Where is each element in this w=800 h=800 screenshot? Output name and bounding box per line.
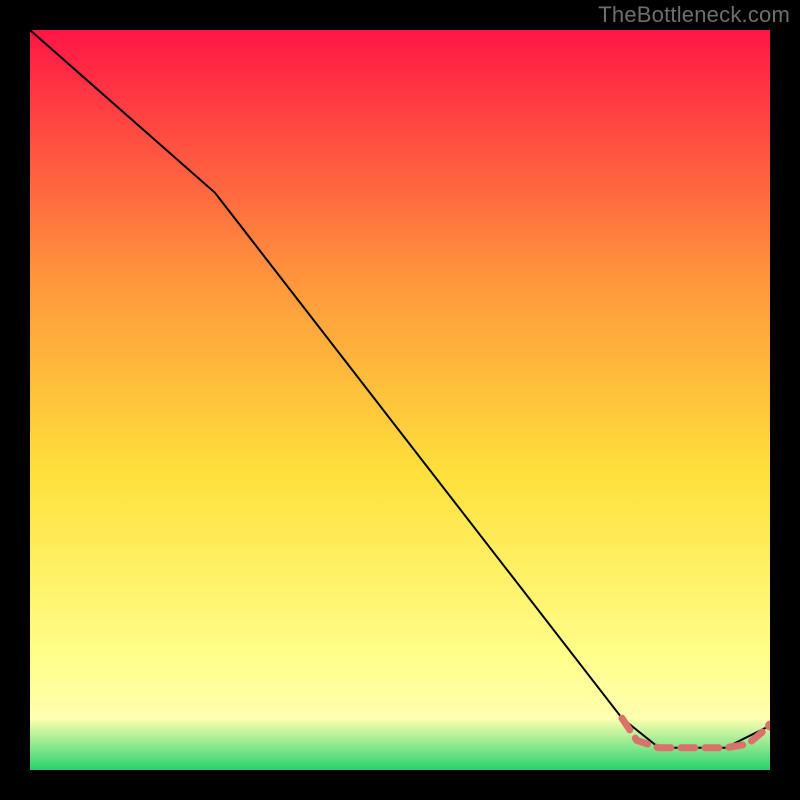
gradient-background bbox=[30, 30, 770, 770]
watermark-text: TheBottleneck.com bbox=[598, 2, 790, 28]
chart-svg bbox=[30, 30, 770, 770]
chart-container: TheBottleneck.com bbox=[0, 0, 800, 800]
plot-area bbox=[30, 30, 770, 770]
